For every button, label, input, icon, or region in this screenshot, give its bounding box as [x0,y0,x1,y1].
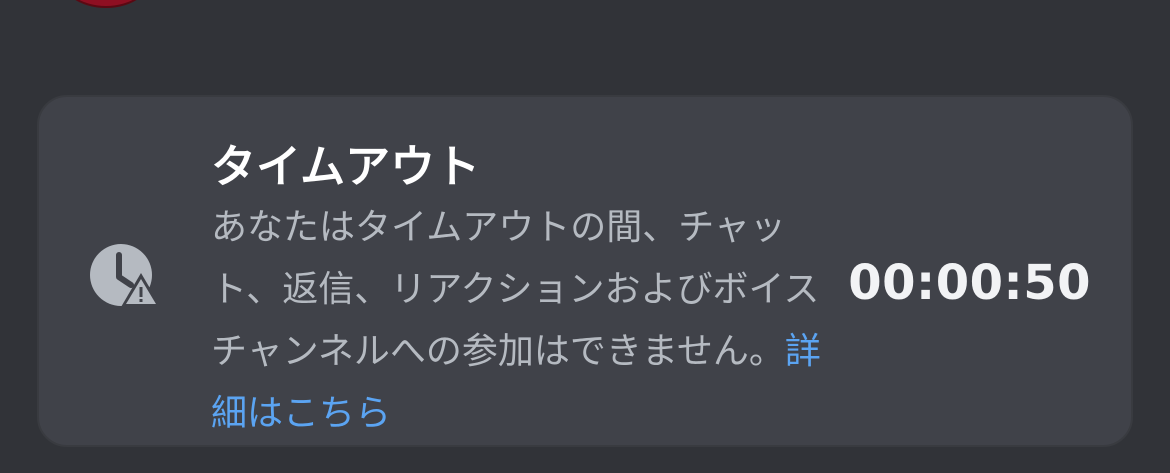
timeout-description-text: あなたはタイムアウトの間、チャット、返信、リアクションおよびボイスチャンネルへの… [211,207,820,372]
timeout-text: タイムアウト あなたはタイムアウトの間、チャット、返信、リアクションおよびボイス… [211,139,831,445]
timeout-description: あなたはタイムアウトの間、チャット、返信、リアクションおよびボイスチャンネルへの… [211,197,831,445]
timeout-notice-card: タイムアウト あなたはタイムアウトの間、チャット、返信、リアクションおよびボイス… [37,95,1133,447]
avatar[interactable] [58,0,154,8]
timeout-title: タイムアウト [211,140,481,193]
timeout-timer: 00:00:50 [848,255,1091,311]
clock-warning-icon [89,243,163,309]
